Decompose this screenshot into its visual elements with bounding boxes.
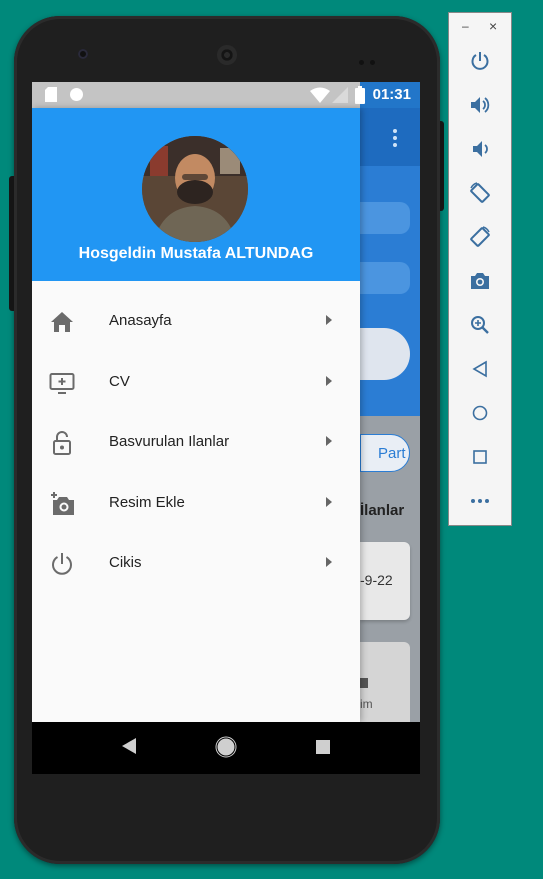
sd-card-icon xyxy=(45,87,57,102)
chevron-right-icon xyxy=(326,375,332,386)
battery-icon xyxy=(355,86,365,104)
minimize-button[interactable]: – xyxy=(462,19,469,33)
home-icon[interactable] xyxy=(215,736,237,758)
drawer-header: Hosgeldin Mustafa ALTUNDAG xyxy=(32,108,360,281)
drawer-item-label: Cikis xyxy=(109,554,142,571)
close-button[interactable]: × xyxy=(489,18,497,34)
drawer-item-basvurulan-ilanlar[interactable]: Basvurulan Ilanlar xyxy=(32,412,360,473)
drawer-item-label: CV xyxy=(109,372,130,390)
rotate-left-icon xyxy=(470,182,490,203)
chevron-right-icon xyxy=(326,315,332,325)
signal-icon xyxy=(332,87,348,103)
power-icon xyxy=(471,52,489,70)
drawer-item-label: Basvurulan Ilanlar xyxy=(109,433,230,450)
chevron-right-icon xyxy=(326,436,332,446)
navigation-drawer: Hosgeldin Mustafa ALTUNDAG Anasayfa CV B… xyxy=(32,108,360,722)
rotate-right-button[interactable] xyxy=(466,223,494,251)
avatar-photo xyxy=(142,136,248,242)
chevron-right-icon xyxy=(326,496,332,507)
rotate-left-button[interactable] xyxy=(466,179,494,207)
screenshot-button[interactable] xyxy=(466,267,494,295)
volume-down-button[interactable] xyxy=(466,135,494,163)
power-button[interactable] xyxy=(466,47,494,75)
android-nav-bar xyxy=(32,722,420,774)
drawer-item-label: Resim Ekle xyxy=(109,493,185,511)
overview-icon[interactable] xyxy=(316,740,330,754)
zoom-button[interactable] xyxy=(466,311,494,339)
drawer-item-cikis[interactable]: Cikis xyxy=(32,533,360,594)
phone-power-button xyxy=(440,121,444,211)
front-camera xyxy=(78,49,88,59)
emulator-back-button[interactable] xyxy=(466,355,494,383)
wifi-icon xyxy=(310,87,330,103)
cv-screen-icon xyxy=(49,372,75,394)
volume-up-button[interactable] xyxy=(466,91,494,119)
profile-avatar[interactable] xyxy=(142,136,248,242)
drawer-menu: Anasayfa CV Basvurulan Ilanlar Resim Ekl… xyxy=(32,291,360,594)
sync-circle-icon xyxy=(70,88,83,101)
home-icon xyxy=(51,312,73,332)
back-icon[interactable] xyxy=(122,738,136,754)
volume-up-icon xyxy=(471,97,490,113)
overview-icon xyxy=(473,450,487,464)
drawer-item-resim-ekle[interactable]: Resim Ekle xyxy=(32,473,360,534)
lock-open-icon xyxy=(53,431,71,455)
status-bar: 01:31 xyxy=(32,82,420,108)
drawer-item-label: Anasayfa xyxy=(109,312,172,329)
drawer-item-anasayfa[interactable]: Anasayfa xyxy=(32,291,360,352)
camera-icon xyxy=(471,273,489,289)
device-screen: Part İlanlar -9-22 im 01:31 Hosgeldin Mu… xyxy=(32,82,420,774)
rotate-right-icon xyxy=(470,226,490,247)
drawer-item-cv[interactable]: CV xyxy=(32,352,360,413)
phone-side-button xyxy=(9,176,14,311)
back-icon xyxy=(472,360,487,378)
drawer-scrim[interactable] xyxy=(360,108,420,722)
emulator-overview-button[interactable] xyxy=(466,443,494,471)
drawer-greeting: Hosgeldin Mustafa ALTUNDAG xyxy=(78,245,314,262)
proximity-sensor xyxy=(359,52,381,65)
more-icon xyxy=(471,499,489,503)
emulator-toolbar: – × xyxy=(448,12,512,526)
emulator-home-button[interactable] xyxy=(466,399,494,427)
earpiece-speaker xyxy=(217,45,237,65)
power-icon xyxy=(52,553,72,575)
zoom-icon xyxy=(471,316,489,334)
status-time: 01:31 xyxy=(372,86,411,103)
chevron-right-icon xyxy=(326,557,332,567)
home-icon xyxy=(472,405,488,421)
add-camera-icon xyxy=(51,491,74,515)
volume-down-icon xyxy=(473,141,488,157)
more-button[interactable] xyxy=(466,487,494,515)
